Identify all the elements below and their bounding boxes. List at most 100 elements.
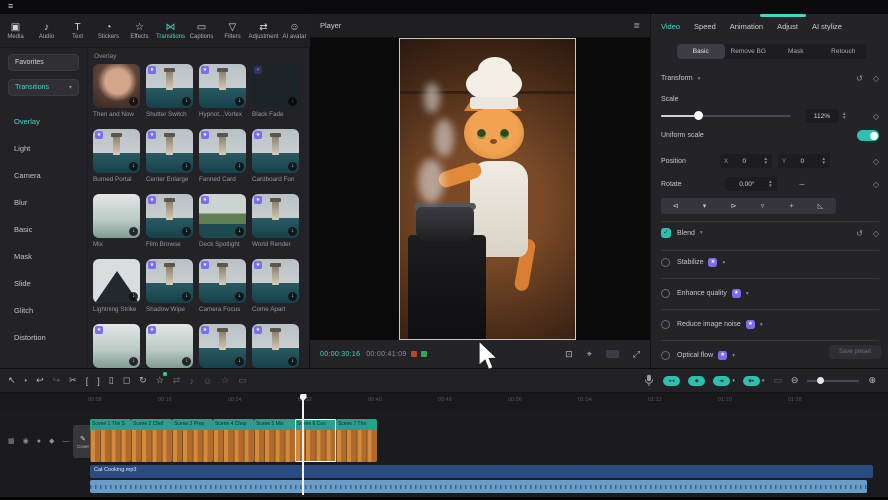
keyframe-icon[interactable]: ◇: [873, 229, 879, 238]
download-icon[interactable]: ↓: [182, 292, 191, 301]
zoom-out-icon[interactable]: ⊖: [791, 375, 799, 386]
download-icon[interactable]: ↓: [235, 97, 244, 106]
sidebar-item-overlay[interactable]: Overlay: [0, 108, 87, 135]
focus-icon[interactable]: ⌖: [587, 349, 592, 360]
playhead[interactable]: [302, 394, 304, 495]
magnet-toggle[interactable]: ◆: [688, 376, 705, 386]
timeline-clip[interactable]: Scene 2 Chef: [131, 419, 172, 462]
sidebar-item-mask[interactable]: Mask: [0, 243, 87, 270]
reset-icon[interactable]: ↺: [856, 229, 863, 238]
download-icon[interactable]: ↓: [235, 357, 244, 366]
hide-track-icon[interactable]: ●: [37, 438, 41, 445]
stabilize-checkbox[interactable]: [661, 258, 670, 267]
transition-card[interactable]: ★↓: [93, 324, 141, 368]
mirror-icon[interactable]: ⇄: [173, 375, 181, 386]
keyframe-icon[interactable]: ◇: [873, 112, 879, 121]
delete-icon[interactable]: ▯: [109, 375, 114, 386]
wand-icon[interactable]: ☆: [221, 375, 229, 386]
smart-cut-icon[interactable]: ☆: [156, 375, 164, 386]
keyframe-icon[interactable]: ◇: [873, 180, 879, 189]
download-icon[interactable]: ↓: [288, 162, 297, 171]
tab-ai-stylize[interactable]: AI stylize: [812, 22, 842, 31]
tab-speed[interactable]: Speed: [694, 22, 716, 31]
align-right-icon[interactable]: ⊳: [719, 202, 748, 210]
position-x-field[interactable]: X 0 ▲▼: [720, 154, 772, 168]
transition-card-burned-portal[interactable]: ★↓Burned Portal: [93, 129, 141, 183]
transition-card-center-enlarge[interactable]: ★↓Center Enlarge: [146, 129, 194, 183]
chevron-down-icon[interactable]: ▾: [732, 353, 735, 359]
quality-icon[interactable]: [606, 350, 619, 358]
download-icon[interactable]: ↓: [235, 162, 244, 171]
lock-track-icon[interactable]: ◉: [23, 437, 29, 445]
sidebar-item-glitch[interactable]: Glitch: [0, 297, 87, 324]
transition-card-fanned-card[interactable]: ★↓Fanned Card: [199, 129, 247, 183]
scale-slider[interactable]: [661, 115, 791, 117]
snap-toggle[interactable]: ◆▸: [743, 376, 760, 386]
mute-clip-icon[interactable]: ♪: [189, 376, 194, 386]
link-toggle[interactable]: ◂▸: [713, 376, 730, 386]
download-icon[interactable]: ↓: [129, 292, 138, 301]
subtab-remove-bg[interactable]: Remove BG: [725, 44, 773, 59]
loop-icon[interactable]: ↻: [139, 375, 147, 386]
crop-icon[interactable]: ◻: [123, 375, 130, 386]
chevron-down-icon[interactable]: ▾: [746, 291, 749, 297]
favorites-button[interactable]: Favorites: [8, 54, 79, 71]
transition-card-then-and-now[interactable]: ↓Then and Now: [93, 64, 141, 118]
timeline-clip[interactable]: Scene 3 Prep: [172, 419, 213, 462]
enhance-quality-checkbox[interactable]: [661, 289, 670, 298]
timeline-ruler[interactable]: 00:0800:1600:2400:3200:4000:4800:5601:04…: [0, 393, 888, 410]
toolbar-item-filters[interactable]: ▽Filters: [217, 22, 248, 40]
download-icon[interactable]: ↓: [288, 292, 297, 301]
transition-card-cardboard-fun[interactable]: ★↓Cardboard Fun: [252, 129, 300, 183]
toolbar-item-ai-avatar[interactable]: ☺AI avatar: [279, 22, 310, 40]
sidebar-item-blur[interactable]: Blur: [0, 189, 87, 216]
toolbar-item-adjustment[interactable]: ⇄Adjustment: [248, 22, 279, 40]
align-left-icon[interactable]: ⊲: [661, 202, 690, 210]
align-corner-icon[interactable]: ◺: [806, 202, 835, 210]
avatar-icon[interactable]: ☺: [203, 376, 212, 386]
y-stepper[interactable]: ▲▼: [821, 157, 825, 166]
sidebar-item-camera[interactable]: Camera: [0, 162, 87, 189]
transition-card-black-fade[interactable]: ★↓Black Fade: [252, 64, 300, 118]
timeline-zoom-knob[interactable]: [817, 377, 824, 384]
scale-slider-knob[interactable]: [694, 111, 703, 120]
save-preset-button[interactable]: Save preset: [829, 345, 881, 359]
trim-right-icon[interactable]: ]: [97, 376, 100, 386]
transition-card-shutter-switch[interactable]: ★↓Shutter Switch: [146, 64, 194, 118]
window-menu-icon[interactable]: ≡: [8, 1, 13, 11]
player-menu-icon[interactable]: ≣: [633, 21, 640, 30]
tab-adjust[interactable]: Adjust: [777, 22, 798, 31]
subtab-basic[interactable]: Basic: [677, 44, 725, 59]
optical-flow-checkbox[interactable]: [661, 351, 670, 360]
download-icon[interactable]: ↓: [129, 97, 138, 106]
scale-value[interactable]: 112%: [805, 109, 839, 123]
audio-track[interactable]: Cat Cooking.mp3: [90, 465, 873, 478]
x-stepper[interactable]: ▲▼: [763, 157, 767, 166]
scale-stepper[interactable]: ▲▼: [842, 112, 846, 121]
transition-card-lightning-strike[interactable]: ↓Lightning Strike: [93, 259, 141, 313]
marker-green-icon[interactable]: [421, 351, 427, 357]
category-dropdown[interactable]: Transitions ▾: [8, 79, 79, 96]
download-icon[interactable]: ↓: [129, 357, 138, 366]
download-icon[interactable]: ↓: [235, 292, 244, 301]
uniform-scale-toggle[interactable]: [857, 130, 879, 141]
preview-axis-icon[interactable]: ▭: [773, 375, 782, 386]
transition-card-come-apart[interactable]: ★↓Come Apart: [252, 259, 300, 313]
timeline-clip[interactable]: Scene 5 Mix: [254, 419, 295, 462]
position-y-field[interactable]: Y 0 ▲▼: [778, 154, 830, 168]
timeline-clip[interactable]: Scene 4 Chop: [213, 419, 254, 462]
transition-card-film-browse[interactable]: ★↓Film Browse: [146, 194, 194, 248]
undo-icon[interactable]: ↩: [36, 375, 44, 386]
transition-card-hypnot-vortex[interactable]: ★↓Hypnot...Vortex: [199, 64, 247, 118]
toolbar-item-text[interactable]: TText: [62, 22, 93, 40]
toolbar-item-effects[interactable]: ☆Effects: [124, 22, 155, 40]
mic-icon[interactable]: [644, 374, 654, 387]
reset-icon[interactable]: ↺: [856, 74, 863, 83]
tab-video[interactable]: Video: [661, 22, 680, 31]
toolbar-item-stickers[interactable]: ◔Stickers: [93, 22, 124, 40]
select-tool-icon[interactable]: ↖: [8, 375, 16, 386]
download-icon[interactable]: ↓: [182, 227, 191, 236]
tab-animation[interactable]: Animation: [730, 22, 763, 31]
download-icon[interactable]: ↓: [288, 357, 297, 366]
download-icon[interactable]: ↓: [182, 357, 191, 366]
